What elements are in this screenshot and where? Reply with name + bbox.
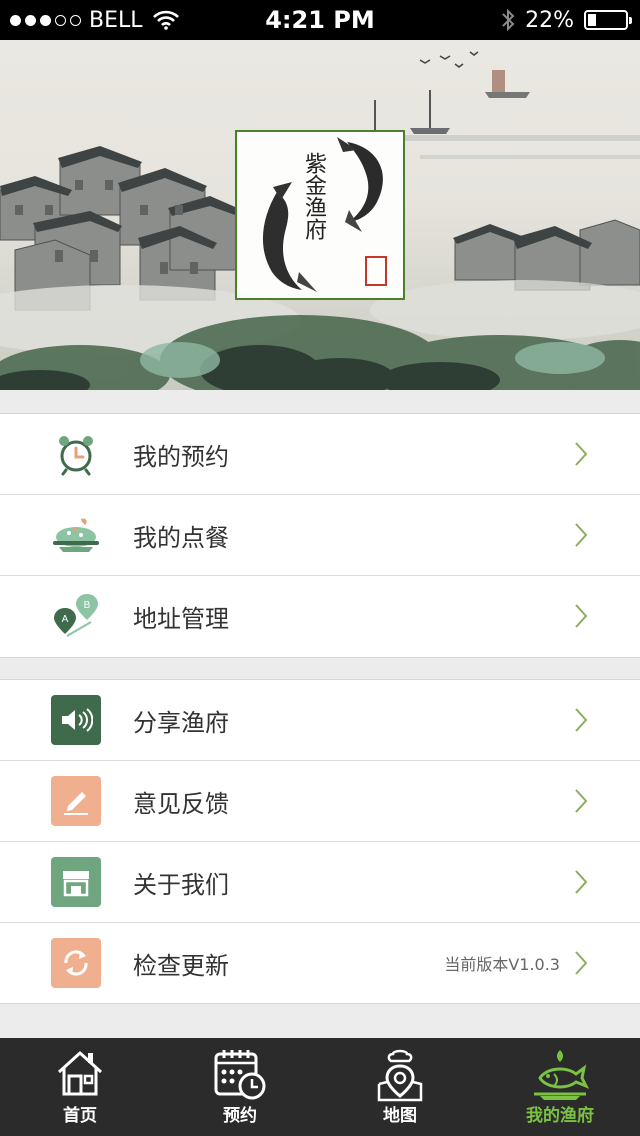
menu-label: 意见反馈 [133, 789, 229, 818]
home-icon [57, 1051, 103, 1096]
menu-label: 我的预约 [133, 442, 229, 471]
map-pin-icon [377, 1049, 423, 1102]
menu-item-share[interactable]: 分享渔府 [0, 680, 640, 761]
refresh-icon-wrap [50, 937, 102, 989]
tab-my-yufu[interactable]: 我的渔府 [480, 1038, 640, 1136]
speaker-icon-wrap [50, 694, 102, 746]
store-icon-wrap [50, 856, 102, 908]
dish-icon [50, 509, 102, 561]
tab-label: 首页 [63, 1106, 97, 1126]
menu-label: 地址管理 [133, 604, 229, 633]
bluetooth-icon [502, 8, 515, 32]
menu-item-address-management[interactable]: B A 地址管理 [0, 576, 640, 656]
calendar-clock-icon [214, 1050, 266, 1100]
menu-item-feedback[interactable]: 意见反馈 [0, 761, 640, 842]
chevron-right-icon [575, 442, 588, 466]
brand-logo: 紫金渔府 [235, 130, 405, 300]
speaker-icon [51, 695, 101, 745]
brand-name: 紫金渔府 [301, 152, 326, 240]
menu-group-personal: 我的预约 我的点餐 B A 地址管理 [0, 413, 640, 658]
chevron-right-icon [575, 604, 588, 628]
tab-bar: 首页 预约 地图 我的渔府 [0, 1038, 640, 1136]
chevron-right-icon [575, 523, 588, 547]
menu-label: 关于我们 [133, 870, 229, 899]
tab-label: 预约 [223, 1106, 257, 1126]
chevron-right-icon [575, 870, 588, 894]
battery-icon [584, 10, 632, 30]
svg-text:A: A [62, 614, 69, 625]
menu-label: 检查更新 [133, 951, 229, 980]
svg-text:B: B [84, 600, 91, 611]
tab-map[interactable]: 地图 [320, 1038, 480, 1136]
chevron-right-icon [575, 951, 588, 975]
red-seal-stamp [365, 256, 387, 286]
tab-home[interactable]: 首页 [0, 1038, 160, 1136]
status-right: 22% [501, 0, 632, 40]
menu-item-my-reservations[interactable]: 我的预约 [0, 414, 640, 495]
menu-group-app: 分享渔府 意见反馈 关于我们 检查更新 当前版本V1.0.3 [0, 679, 640, 1004]
header-banner: 紫金渔府 [0, 40, 640, 390]
menu-label: 我的点餐 [133, 523, 229, 552]
fish-dish-icon [534, 1050, 590, 1100]
menu-item-check-update[interactable]: 检查更新 当前版本V1.0.3 [0, 923, 640, 1003]
battery-percent: 22% [525, 7, 574, 33]
chevron-right-icon [575, 789, 588, 813]
menu-label: 分享渔府 [133, 708, 229, 737]
store-icon [51, 857, 101, 907]
app-version: 当前版本V1.0.3 [444, 955, 560, 974]
menu-item-my-orders[interactable]: 我的点餐 [0, 495, 640, 576]
alarm-clock-icon [50, 428, 102, 480]
map-route-icon: B A [50, 590, 102, 642]
menu-item-about-us[interactable]: 关于我们 [0, 842, 640, 923]
status-bar: BELL 4:21 PM 22% [0, 0, 640, 40]
chevron-right-icon [575, 708, 588, 732]
edit-icon [51, 776, 101, 826]
edit-icon-wrap [50, 775, 102, 827]
tab-label: 地图 [383, 1106, 417, 1126]
tab-label: 我的渔府 [526, 1106, 594, 1126]
tab-reservation[interactable]: 预约 [160, 1038, 320, 1136]
refresh-icon [51, 938, 101, 988]
